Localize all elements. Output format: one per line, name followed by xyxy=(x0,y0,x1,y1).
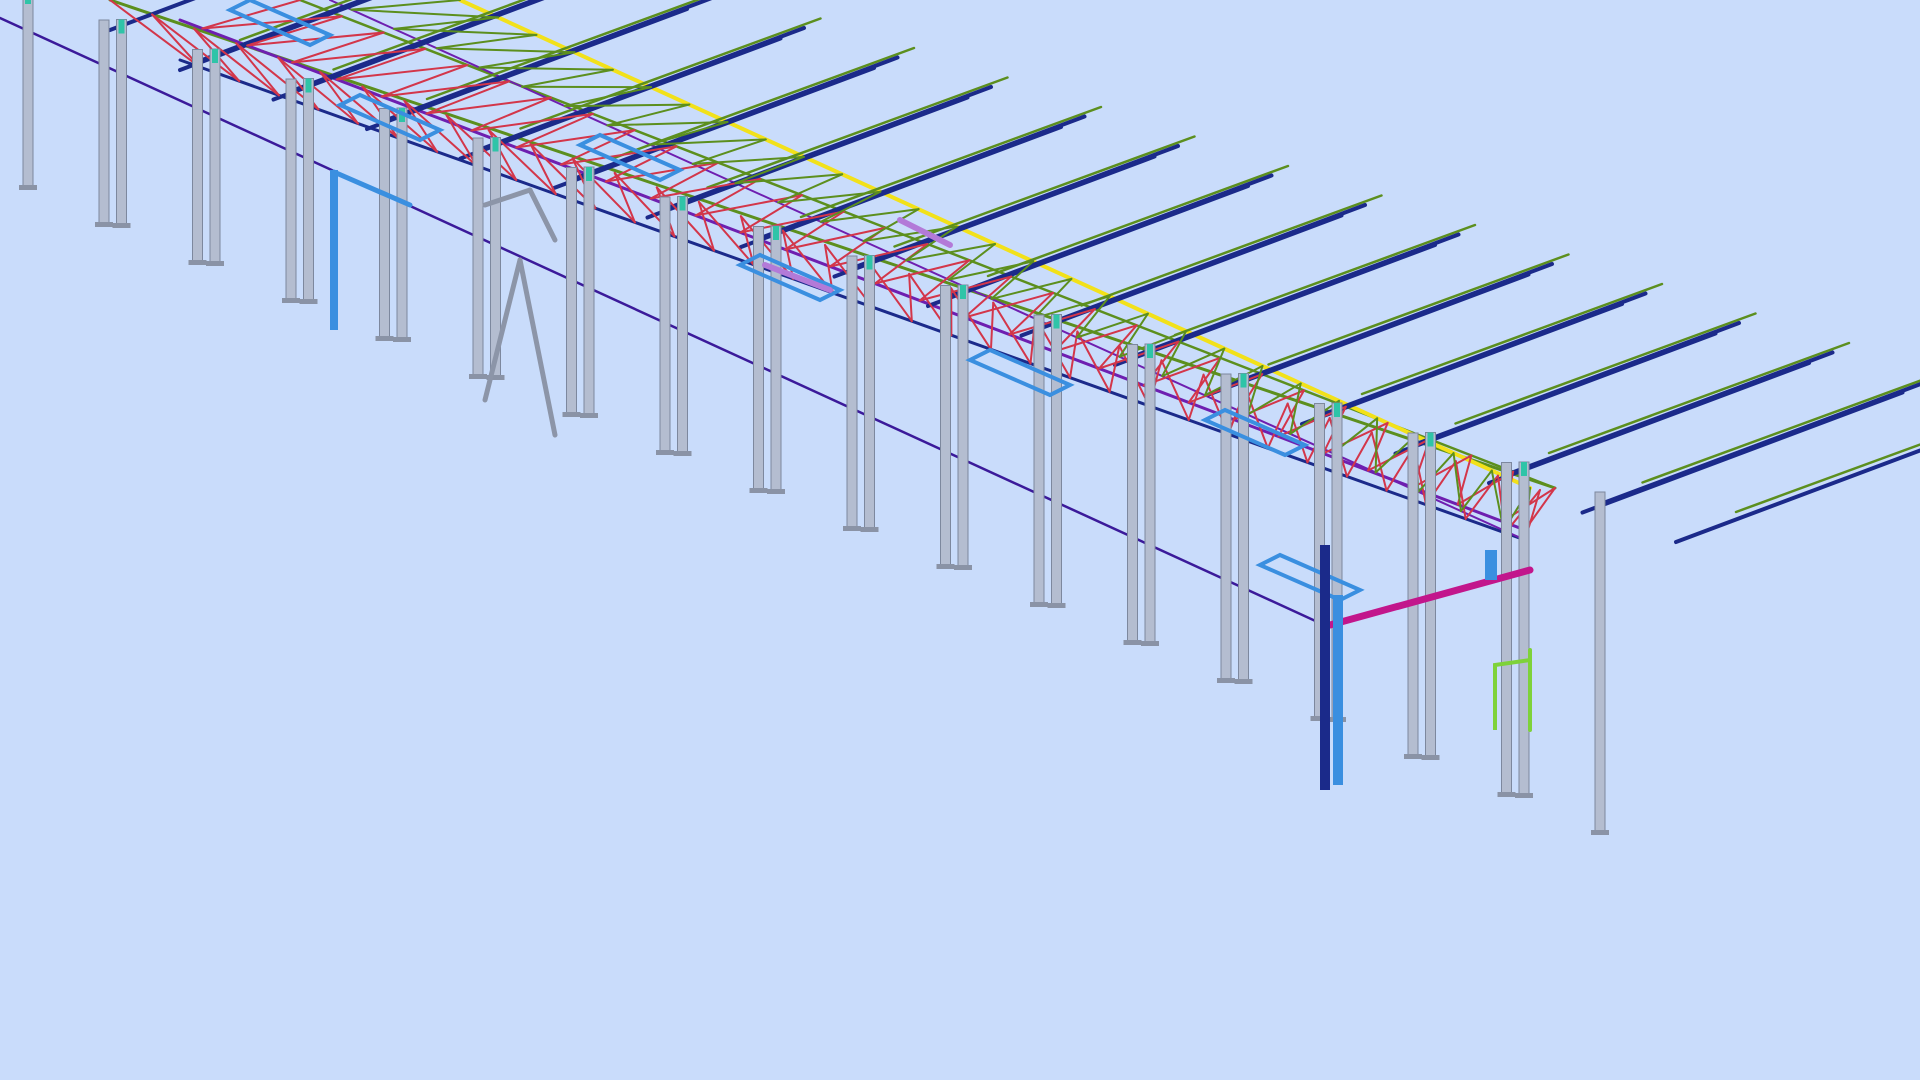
column-cap xyxy=(118,19,125,34)
base-plate xyxy=(375,336,394,341)
base-plate xyxy=(656,450,674,455)
column-cap xyxy=(773,226,779,240)
base-plate xyxy=(1047,603,1066,608)
base-plate xyxy=(1421,755,1440,760)
base-plate xyxy=(206,261,224,266)
base-plate xyxy=(112,223,131,228)
base-plate xyxy=(843,526,861,531)
end-column-blue xyxy=(1320,545,1330,790)
base-plate xyxy=(19,185,37,190)
column-cap xyxy=(1427,432,1434,447)
base-plate xyxy=(282,298,300,303)
base-plate xyxy=(1030,602,1048,607)
end-opening-post xyxy=(1333,595,1343,785)
base-plate xyxy=(1234,679,1253,684)
column-cap xyxy=(1147,344,1153,358)
column-rear xyxy=(285,78,297,302)
column-front xyxy=(1144,343,1156,645)
base-plate xyxy=(188,260,207,265)
column-front xyxy=(864,255,875,531)
base-plate xyxy=(1404,754,1422,759)
column-front xyxy=(209,48,221,265)
base-plate xyxy=(1591,830,1609,835)
column-rear xyxy=(98,19,110,226)
column-cap xyxy=(1053,314,1060,329)
column-cap xyxy=(866,255,873,270)
base-plate xyxy=(95,222,113,227)
base-plate xyxy=(562,412,581,417)
column-rear xyxy=(1127,344,1138,644)
column-rear xyxy=(659,196,671,454)
base-plate xyxy=(1497,792,1516,797)
base-plate xyxy=(393,337,411,342)
column-rear xyxy=(846,255,858,530)
base-plate xyxy=(580,413,598,418)
column-front xyxy=(583,166,595,417)
base-plate xyxy=(1141,641,1159,646)
column-front xyxy=(396,107,408,341)
column-rear xyxy=(1220,373,1232,682)
column-cap xyxy=(492,137,499,152)
column-cap xyxy=(1521,462,1527,476)
base-plate xyxy=(1515,793,1533,798)
base-plate xyxy=(767,489,785,494)
column-rear xyxy=(940,285,951,568)
base-plate xyxy=(1123,640,1142,645)
column-rear xyxy=(1501,462,1512,796)
column-front xyxy=(957,284,969,569)
base-plate xyxy=(954,565,972,570)
column-cap xyxy=(305,78,312,93)
door-frame-post xyxy=(330,170,338,330)
base-plate xyxy=(299,299,318,304)
column-cap xyxy=(586,167,592,181)
base-plate xyxy=(1217,678,1235,683)
column-cap xyxy=(212,49,218,63)
column-cap xyxy=(25,0,31,4)
column-rear xyxy=(753,226,764,492)
end-opening-post xyxy=(1485,550,1497,580)
column-cap xyxy=(1240,373,1247,388)
base-plate xyxy=(673,451,692,456)
column-rear xyxy=(1594,491,1606,834)
base-plate xyxy=(936,564,955,569)
column-rear xyxy=(1407,432,1419,758)
column-rear xyxy=(192,49,203,264)
column-front xyxy=(116,19,127,227)
column-front xyxy=(1518,461,1530,797)
base-plate xyxy=(749,488,768,493)
steel-structure-model[interactable] xyxy=(0,0,1920,1080)
column-front xyxy=(22,0,34,189)
column-rear xyxy=(1033,314,1045,606)
column-rear xyxy=(379,108,390,340)
column-front xyxy=(677,196,688,455)
column-front xyxy=(303,78,314,303)
3d-model-viewport[interactable] xyxy=(0,0,1920,1080)
base-plate xyxy=(860,527,879,532)
column-cap xyxy=(960,285,966,299)
column-rear xyxy=(566,167,577,416)
column-cap xyxy=(1334,403,1340,417)
base-plate xyxy=(469,374,487,379)
column-front xyxy=(1051,314,1062,607)
column-cap xyxy=(679,196,686,211)
column-rear xyxy=(472,137,484,378)
